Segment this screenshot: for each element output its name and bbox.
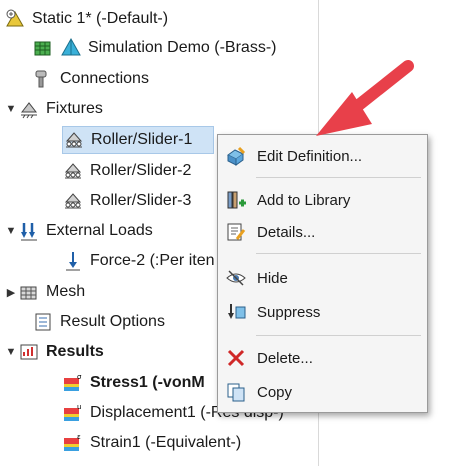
study-label: Static 1* (-Default-) bbox=[32, 10, 169, 27]
svg-text:σ: σ bbox=[77, 373, 82, 381]
edit-definition-label: Edit Definition... bbox=[257, 147, 363, 165]
strain1-label: Strain1 (-Equivalent-) bbox=[90, 434, 242, 451]
menu-details[interactable]: Details... bbox=[218, 217, 427, 247]
fixtures-icon bbox=[20, 102, 38, 119]
suppress-icon bbox=[228, 304, 246, 319]
tree-item-roller-slider-1[interactable]: Roller/Slider-1 bbox=[62, 126, 214, 154]
details-icon bbox=[227, 223, 246, 241]
collapse-arrow-icon[interactable]: ▼ bbox=[4, 346, 18, 358]
results-folder-icon bbox=[20, 344, 38, 360]
static-study-icon bbox=[6, 9, 24, 27]
menu-separator bbox=[256, 253, 421, 254]
results-label: Results bbox=[46, 343, 104, 360]
details-label: Details... bbox=[257, 223, 316, 241]
svg-text:u: u bbox=[77, 403, 81, 411]
connections-label: Connections bbox=[60, 70, 149, 87]
collapse-arrow-icon[interactable]: ▼ bbox=[4, 225, 18, 237]
roller-slider-icon bbox=[64, 193, 82, 209]
tree-item-external-loads[interactable]: ▼ External Loads bbox=[4, 218, 153, 244]
external-loads-icon bbox=[21, 223, 37, 241]
roller-slider-2-label: Roller/Slider-2 bbox=[90, 162, 192, 179]
roller-slider-1-label: Roller/Slider-1 bbox=[91, 131, 193, 148]
force-arrow-icon bbox=[66, 252, 80, 271]
part-label: Simulation Demo (-Brass-) bbox=[88, 39, 277, 56]
external-loads-label: External Loads bbox=[46, 222, 153, 239]
add-to-library-label: Add to Library bbox=[257, 191, 351, 209]
tree-item-mesh[interactable]: ▶ Mesh bbox=[4, 279, 85, 305]
menu-separator bbox=[256, 177, 421, 178]
delete-x-icon bbox=[227, 349, 245, 367]
mesh-label: Mesh bbox=[46, 283, 86, 300]
tree-item-strain1[interactable]: ε Strain1 (-Equivalent-) bbox=[62, 430, 241, 456]
collapse-arrow-icon[interactable]: ▼ bbox=[4, 103, 18, 115]
tree-item-stress1[interactable]: σ Stress1 (-vonM bbox=[62, 370, 205, 396]
svg-text:ε: ε bbox=[77, 433, 81, 441]
roller-slider-icon bbox=[65, 132, 83, 148]
tree-item-fixtures[interactable]: ▼ Fixtures bbox=[4, 96, 103, 122]
force-2-label: Force-2 (:Per iten bbox=[90, 252, 215, 269]
delete-label: Delete... bbox=[257, 349, 313, 367]
tree-item-force-2[interactable]: Force-2 (:Per iten bbox=[62, 248, 214, 274]
expand-arrow-icon[interactable]: ▶ bbox=[4, 286, 18, 299]
menu-hide[interactable]: Hide bbox=[218, 263, 427, 293]
tree-item-connections[interactable]: Connections bbox=[32, 66, 149, 92]
tree-root-study[interactable]: Static 1* (-Default-) bbox=[4, 6, 168, 32]
menu-delete[interactable]: Delete... bbox=[218, 343, 427, 373]
roller-slider-icon bbox=[64, 163, 82, 179]
tree-item-roller-slider-3[interactable]: Roller/Slider-3 bbox=[62, 188, 191, 214]
tree-item-roller-slider-2[interactable]: Roller/Slider-2 bbox=[62, 158, 191, 184]
menu-copy[interactable]: Copy bbox=[218, 377, 427, 407]
menu-suppress[interactable]: Suppress bbox=[218, 297, 427, 327]
stress1-label: Stress1 (-vonM bbox=[90, 374, 205, 391]
mesh-solid-icon bbox=[34, 41, 51, 56]
result-options-icon bbox=[35, 313, 51, 331]
hide-eye-icon bbox=[226, 270, 246, 286]
hide-label: Hide bbox=[257, 269, 288, 287]
edit-definition-icon bbox=[227, 146, 246, 166]
part-icon bbox=[61, 37, 81, 56]
menu-add-to-library[interactable]: Add to Library bbox=[218, 185, 427, 215]
add-to-library-icon bbox=[227, 191, 246, 209]
tree-item-result-options[interactable]: Result Options bbox=[32, 309, 165, 335]
strain-plot-icon: ε bbox=[64, 433, 81, 451]
displacement-plot-icon: u bbox=[64, 403, 81, 421]
tree-item-results[interactable]: ▼ Results bbox=[4, 339, 104, 365]
suppress-label: Suppress bbox=[257, 303, 321, 321]
menu-edit-definition[interactable]: Edit Definition... bbox=[218, 141, 427, 171]
tree-item-part[interactable]: Simulation Demo (-Brass-) bbox=[32, 35, 276, 61]
menu-separator bbox=[256, 335, 421, 336]
context-menu: Edit Definition... Add to Library Detail… bbox=[217, 134, 428, 413]
roller-slider-3-label: Roller/Slider-3 bbox=[90, 192, 192, 209]
mesh-icon bbox=[20, 286, 37, 300]
result-options-label: Result Options bbox=[60, 313, 165, 330]
copy-icon bbox=[227, 383, 245, 402]
copy-label: Copy bbox=[257, 383, 293, 401]
connections-icon bbox=[35, 70, 47, 88]
stress-plot-icon: σ bbox=[64, 373, 82, 391]
fixtures-label: Fixtures bbox=[46, 100, 103, 117]
